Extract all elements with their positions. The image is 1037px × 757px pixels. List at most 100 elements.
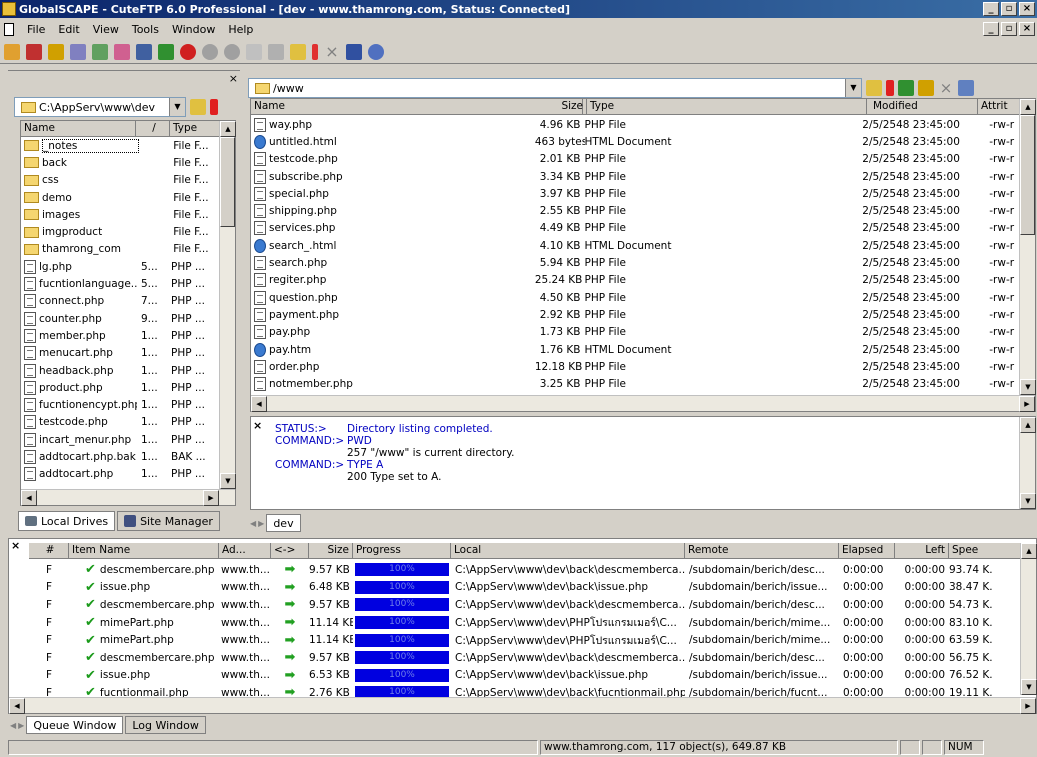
list-item[interactable]: fucntionlanguage... 5... PHP ...: [21, 275, 219, 292]
tab-scroll-left-icon[interactable]: ◀: [250, 519, 256, 528]
scroll-left-button[interactable]: ◀: [9, 698, 25, 714]
mdi-minimize-button[interactable]: _: [983, 22, 999, 36]
delete-icon[interactable]: ×: [324, 43, 340, 60]
menu-help[interactable]: Help: [228, 23, 253, 36]
chevron-down-icon[interactable]: ▼: [169, 98, 185, 116]
table-row[interactable]: notmember.php 3.25 KB PHP File 2/5/2548 23:…: [251, 375, 1019, 392]
queue-column-progress[interactable]: Progress: [353, 543, 451, 558]
remote-hscrollbar[interactable]: ◀ ▶: [251, 395, 1035, 412]
column-type[interactable]: Type: [170, 121, 220, 136]
stop-local-icon[interactable]: [210, 99, 218, 115]
table-row[interactable]: services.php 4.49 KB PHP File 2/5/2548 23:4…: [251, 220, 1019, 237]
help-icon[interactable]: [368, 43, 384, 60]
list-item[interactable]: testcode.php 1... PHP ...: [21, 414, 219, 431]
local-path-combo[interactable]: C:\AppServ\www\dev ▼: [14, 97, 186, 117]
disconnect-icon[interactable]: [70, 43, 86, 60]
chevron-down-icon[interactable]: ▼: [845, 79, 861, 97]
column-name[interactable]: Name: [21, 121, 136, 136]
scroll-thumb[interactable]: [220, 137, 235, 227]
queue-column-speed[interactable]: Spee: [949, 543, 989, 558]
table-row[interactable]: search.php 5.94 KB PHP File 2/5/2548 23:45:…: [251, 254, 1019, 271]
queue-column-elapsed[interactable]: Elapsed: [839, 543, 895, 558]
table-row[interactable]: testcode.php 2.01 KB PHP File 2/5/2548 23:4…: [251, 151, 1019, 168]
table-row[interactable]: pay.htm 1.76 KB HTML Document 2/5/2548 23:4…: [251, 341, 1019, 358]
queue-column-direction[interactable]: <->: [271, 543, 309, 558]
scroll-right-button[interactable]: ▶: [1019, 396, 1035, 412]
minimize-button[interactable]: _: [983, 2, 999, 16]
column-type[interactable]: Type: [587, 99, 867, 114]
queue-column-size[interactable]: Size: [309, 543, 353, 558]
scroll-right-button[interactable]: ▶: [1020, 698, 1036, 714]
list-item[interactable]: counter.php 9... PHP ...: [21, 310, 219, 327]
scroll-thumb[interactable]: [1020, 115, 1035, 235]
queue-row[interactable]: F ✔ issue.php www.th... ➡ 6.53 KB 100% C:\AppSe…: [29, 667, 1021, 685]
edit-icon[interactable]: [246, 43, 262, 60]
menu-window[interactable]: Window: [172, 23, 215, 36]
up-folder-icon[interactable]: [190, 99, 206, 115]
close-queue-icon[interactable]: ×: [11, 539, 20, 552]
tab-scroll-right-icon[interactable]: ▶: [258, 519, 264, 528]
queue-row[interactable]: F ✔ mimePart.php www.th... ➡ 11.14 KB 100% C:\A…: [29, 614, 1021, 632]
table-row[interactable]: shipping.php 2.55 KB PHP File 2/5/2548 23:4…: [251, 202, 1019, 219]
scroll-up-button[interactable]: ▲: [1020, 99, 1036, 115]
list-item[interactable]: addtocart.php.bak 1... BAK ...: [21, 448, 219, 465]
list-item[interactable]: product.php 1... PHP ...: [21, 379, 219, 396]
back-icon[interactable]: [202, 43, 218, 60]
scroll-right-button[interactable]: ▶: [203, 490, 219, 506]
queue-row[interactable]: F ✔ descmembercare.php www.th... ➡ 9.57 KB 100…: [29, 561, 1021, 579]
list-item[interactable]: menucart.php 1... PHP ...: [21, 345, 219, 362]
scroll-up-button[interactable]: ▲: [1021, 543, 1037, 559]
remote-filter-icon[interactable]: [918, 80, 934, 96]
queue-row[interactable]: F ✔ mimePart.php www.th... ➡ 11.14 KB 100% C:\A…: [29, 631, 1021, 649]
list-item[interactable]: headback.php 1... PHP ...: [21, 362, 219, 379]
log-scrollbar[interactable]: ▲ ▼: [1019, 417, 1036, 509]
scroll-up-button[interactable]: ▲: [1020, 417, 1036, 433]
remote-up-folder-icon[interactable]: [866, 80, 882, 96]
scroll-down-button[interactable]: ▼: [220, 473, 236, 489]
table-row[interactable]: special.php 3.97 KB PHP File 2/5/2548 23:45…: [251, 185, 1019, 202]
queue-column-left[interactable]: Left: [895, 543, 949, 558]
close-button[interactable]: ×: [1019, 2, 1035, 16]
table-row[interactable]: payment.php 2.92 KB PHP File 2/5/2548 23:45…: [251, 306, 1019, 323]
tab-dev[interactable]: dev: [266, 514, 301, 532]
remote-path-combo[interactable]: /www ▼: [248, 78, 862, 98]
list-item[interactable]: lg.php 5... PHP ...: [21, 258, 219, 275]
queue-column-index[interactable]: #: [29, 543, 69, 558]
table-row[interactable]: untitled.html 463 bytes HTML Document 2/5/2…: [251, 133, 1019, 150]
queue-scrollbar[interactable]: ▲ ▼: [1020, 543, 1037, 695]
tab-log-window[interactable]: Log Window: [125, 716, 206, 734]
download-icon[interactable]: [114, 43, 130, 60]
view-icon[interactable]: [268, 43, 284, 60]
column-size[interactable]: Size: [537, 99, 587, 114]
queue-column-remote[interactable]: Remote: [685, 543, 839, 558]
column-size[interactable]: /: [136, 121, 170, 136]
table-row[interactable]: subscribe.php 3.34 KB PHP File 2/5/2548 23:…: [251, 168, 1019, 185]
tab-scroll-right-icon[interactable]: ▶: [18, 721, 24, 730]
list-item[interactable]: fucntionencypt.php 1... PHP ...: [21, 396, 219, 413]
list-item[interactable]: connect.php 7... PHP ...: [21, 293, 219, 310]
list-item[interactable]: thamrong_com File F...: [21, 241, 219, 258]
menu-view[interactable]: View: [93, 23, 119, 36]
tab-scroll-left-icon[interactable]: ◀: [10, 721, 16, 730]
queue-column-item-name[interactable]: Item Name: [69, 543, 219, 558]
mdi-close-button[interactable]: ×: [1019, 22, 1035, 36]
scroll-up-button[interactable]: ▲: [220, 121, 236, 137]
close-log-pane-icon[interactable]: ×: [253, 419, 262, 432]
upload-icon[interactable]: [136, 43, 152, 60]
tab-local-drives[interactable]: Local Drives: [18, 511, 116, 531]
queue-row[interactable]: F ✔ issue.php www.th... ➡ 6.48 KB 100% C:\AppSe…: [29, 579, 1021, 597]
close-local-pane-icon[interactable]: ×: [229, 72, 238, 85]
remote-scrollbar[interactable]: ▲ ▼: [1019, 99, 1036, 395]
queue-column-local[interactable]: Local: [451, 543, 685, 558]
remote-view-icon[interactable]: [958, 80, 974, 96]
menu-file[interactable]: File: [27, 23, 45, 36]
properties-icon[interactable]: [346, 43, 362, 60]
refresh-icon[interactable]: [158, 43, 174, 60]
scroll-left-button[interactable]: ◀: [21, 490, 37, 506]
quick-connect-icon[interactable]: [26, 43, 42, 60]
restore-button[interactable]: ▫: [1001, 2, 1017, 16]
remote-stop-icon[interactable]: [886, 80, 894, 96]
queue-row[interactable]: F ✔ descmembercare.php www.th... ➡ 9.57 KB 100…: [29, 649, 1021, 667]
list-item[interactable]: back File F...: [21, 154, 219, 171]
table-row[interactable]: pay.php 1.73 KB PHP File 2/5/2548 23:45:00 -…: [251, 324, 1019, 341]
